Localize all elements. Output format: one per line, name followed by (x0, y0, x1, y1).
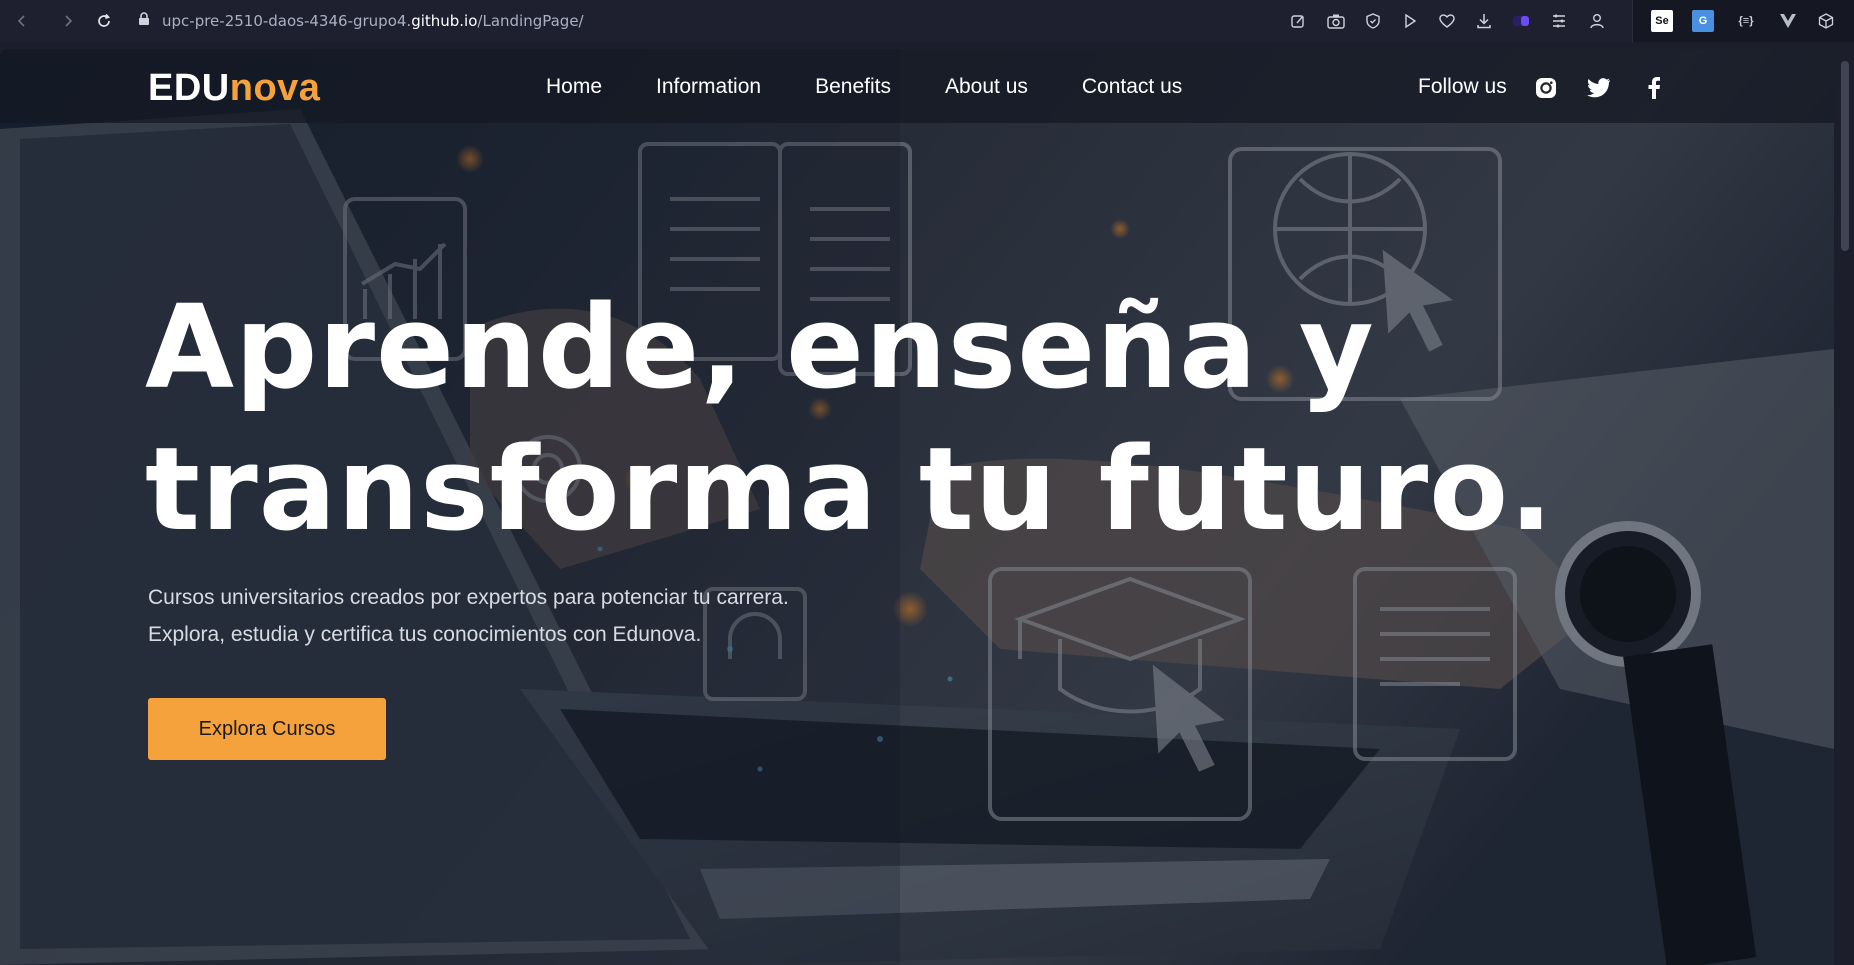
edit-icon[interactable] (1287, 10, 1309, 32)
hero-headline: Aprende, enseña y transforma tu futuro. (145, 277, 1554, 561)
hero-subtext: Cursos universitarios creados por expert… (148, 579, 789, 653)
browser-toolbar: upc-pre-2510-daos-4346-grupo4.github.io/… (0, 0, 1854, 42)
heart-icon[interactable] (1436, 10, 1458, 32)
camera-icon[interactable] (1325, 10, 1347, 32)
address-bar[interactable]: upc-pre-2510-daos-4346-grupo4.github.io/… (138, 8, 584, 34)
selenium-extension-icon[interactable]: Se (1651, 10, 1673, 32)
extension-badge-icon[interactable] (1510, 10, 1532, 32)
site-logo[interactable]: EDUnova (148, 67, 320, 110)
vue-devtools-icon[interactable] (1777, 10, 1799, 32)
play-icon[interactable] (1399, 10, 1421, 32)
forward-icon[interactable] (56, 9, 80, 33)
logo-edu: EDU (148, 67, 230, 109)
profile-icon[interactable] (1586, 10, 1608, 32)
cube-extension-icon[interactable] (1815, 10, 1837, 32)
translate-extension-icon[interactable]: G (1692, 10, 1714, 32)
hero-headline-line1: Aprende, enseña y (145, 281, 1375, 415)
nav-information-link[interactable]: Information (656, 75, 761, 99)
logo-nova: nova (229, 67, 321, 109)
follow-us-label: Follow us (1418, 75, 1507, 98)
hero-headline-line2: transforma tu futuro. (145, 423, 1554, 557)
page-viewport: EDUnova Home Information Benefits About … (0, 49, 1834, 965)
nav-benefits-link[interactable]: Benefits (815, 75, 891, 99)
hero-subtext-line2: Explora, estudia y certifica tus conocim… (148, 623, 702, 646)
reload-icon[interactable] (92, 9, 116, 33)
menu-lines-icon[interactable] (1548, 10, 1570, 32)
hero-subtext-line1: Cursos universitarios creados por expert… (148, 586, 789, 609)
lock-icon (138, 11, 150, 31)
scrollbar-thumb[interactable] (1841, 61, 1849, 251)
nav-home-link[interactable]: Home (546, 75, 602, 99)
url-text: upc-pre-2510-daos-4346-grupo4.github.io/… (162, 12, 584, 30)
page-scrollbar[interactable] (1836, 49, 1854, 965)
site-navbar: EDUnova Home Information Benefits About … (0, 49, 1834, 123)
nav-contact-link[interactable]: Contact us (1082, 75, 1182, 99)
extensions-panel: Se G {≡} (1632, 0, 1854, 42)
shield-icon[interactable] (1362, 10, 1384, 32)
facebook-icon[interactable] (1642, 76, 1666, 100)
twitter-icon[interactable] (1587, 76, 1611, 100)
instagram-icon[interactable] (1534, 76, 1558, 100)
explore-courses-button[interactable]: Explora Cursos (148, 698, 386, 760)
back-icon[interactable] (10, 9, 34, 33)
download-icon[interactable] (1473, 10, 1495, 32)
nav-about-link[interactable]: About us (945, 75, 1028, 99)
main-nav: Home Information Benefits About us Conta… (546, 75, 1236, 99)
json-extension-icon[interactable]: {≡} (1731, 10, 1761, 32)
